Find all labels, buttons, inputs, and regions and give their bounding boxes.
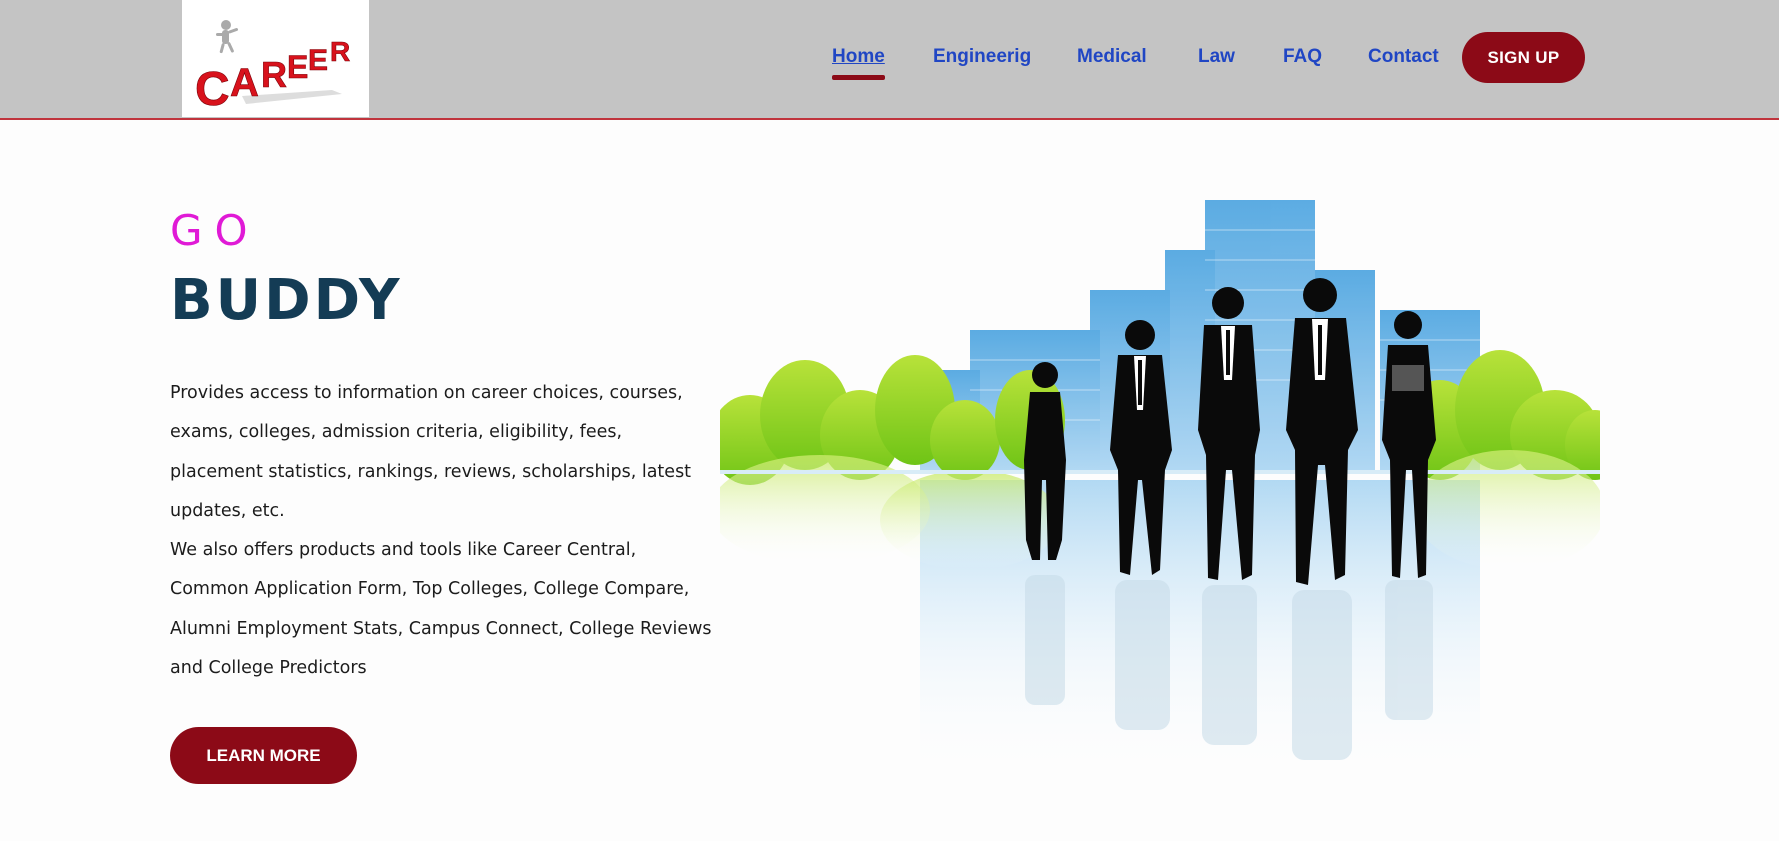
hero-illustration: [710, 180, 1625, 805]
nav-engineering-link[interactable]: Engineerig: [933, 44, 1031, 70]
learn-more-button[interactable]: LEARN MORE: [170, 727, 357, 784]
hero-paragraph-1: Provides access to information on career…: [170, 383, 692, 521]
hero-subtitle: GO: [170, 206, 260, 255]
hero-paragraph-2: We also offers products and tools like C…: [170, 540, 712, 678]
nav-home-link[interactable]: Home: [832, 44, 885, 80]
site-header: C A R E E R Home Engineerig Medical Law …: [0, 0, 1779, 120]
nav-contact-link[interactable]: Contact: [1368, 44, 1439, 70]
nav-faq-link[interactable]: FAQ: [1283, 44, 1322, 70]
nav-law-link[interactable]: Law: [1198, 44, 1235, 70]
nav-medical-link[interactable]: Medical: [1077, 44, 1147, 70]
hero-title: BUDDY: [170, 268, 403, 333]
signup-button[interactable]: SIGN UP: [1462, 32, 1585, 83]
